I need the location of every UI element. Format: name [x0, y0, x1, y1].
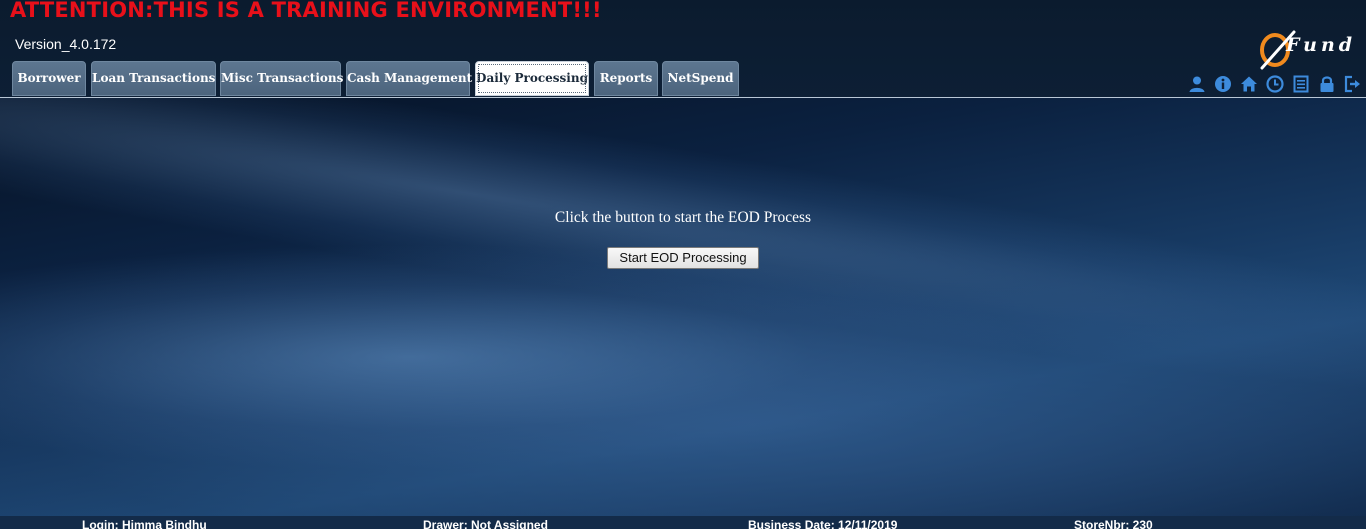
qfund-logo: Fund [1258, 28, 1362, 72]
tab-cash-management[interactable]: Cash Management [346, 61, 472, 96]
user-icon[interactable] [1188, 75, 1206, 93]
logo-text: Fund [1286, 34, 1357, 56]
top-header: ATTENTION:THIS IS A TRAINING ENVIRONMENT… [0, 0, 1366, 98]
background-light-streak [0, 98, 1366, 466]
tab-netspend[interactable]: NetSpend [662, 61, 739, 96]
tab-misc-transactions[interactable]: Misc Transactions [220, 61, 343, 96]
footer-store-number: StoreNbr: 230 [1074, 518, 1153, 529]
start-eod-processing-button[interactable]: Start EOD Processing [607, 247, 759, 269]
tab-daily-processing[interactable]: Daily Processing [475, 61, 589, 96]
notes-icon[interactable] [1292, 75, 1310, 93]
version-label: Version_4.0.172 [15, 36, 117, 52]
footer-login: Login: Himma Bindhu [82, 518, 207, 529]
tab-reports[interactable]: Reports [594, 61, 658, 96]
main-content: Click the button to start the EOD Proces… [0, 98, 1366, 516]
clock-icon[interactable] [1266, 75, 1284, 93]
training-environment-banner: ATTENTION:THIS IS A TRAINING ENVIRONMENT… [10, 0, 602, 22]
info-icon[interactable] [1214, 75, 1232, 93]
lock-icon[interactable] [1318, 75, 1336, 93]
logout-icon[interactable] [1344, 75, 1362, 93]
footer-drawer: Drawer: Not Assigned [423, 518, 548, 529]
tab-borrower[interactable]: Borrower [12, 61, 86, 96]
eod-prompt-text: Click the button to start the EOD Proces… [554, 209, 812, 226]
footer-business-date: Business Date: 12/11/2019 [748, 518, 898, 529]
tab-loan-transactions[interactable]: Loan Transactions [91, 61, 216, 96]
home-icon[interactable] [1240, 75, 1258, 93]
status-footer: Login: Himma Bindhu Drawer: Not Assigned… [0, 516, 1366, 529]
